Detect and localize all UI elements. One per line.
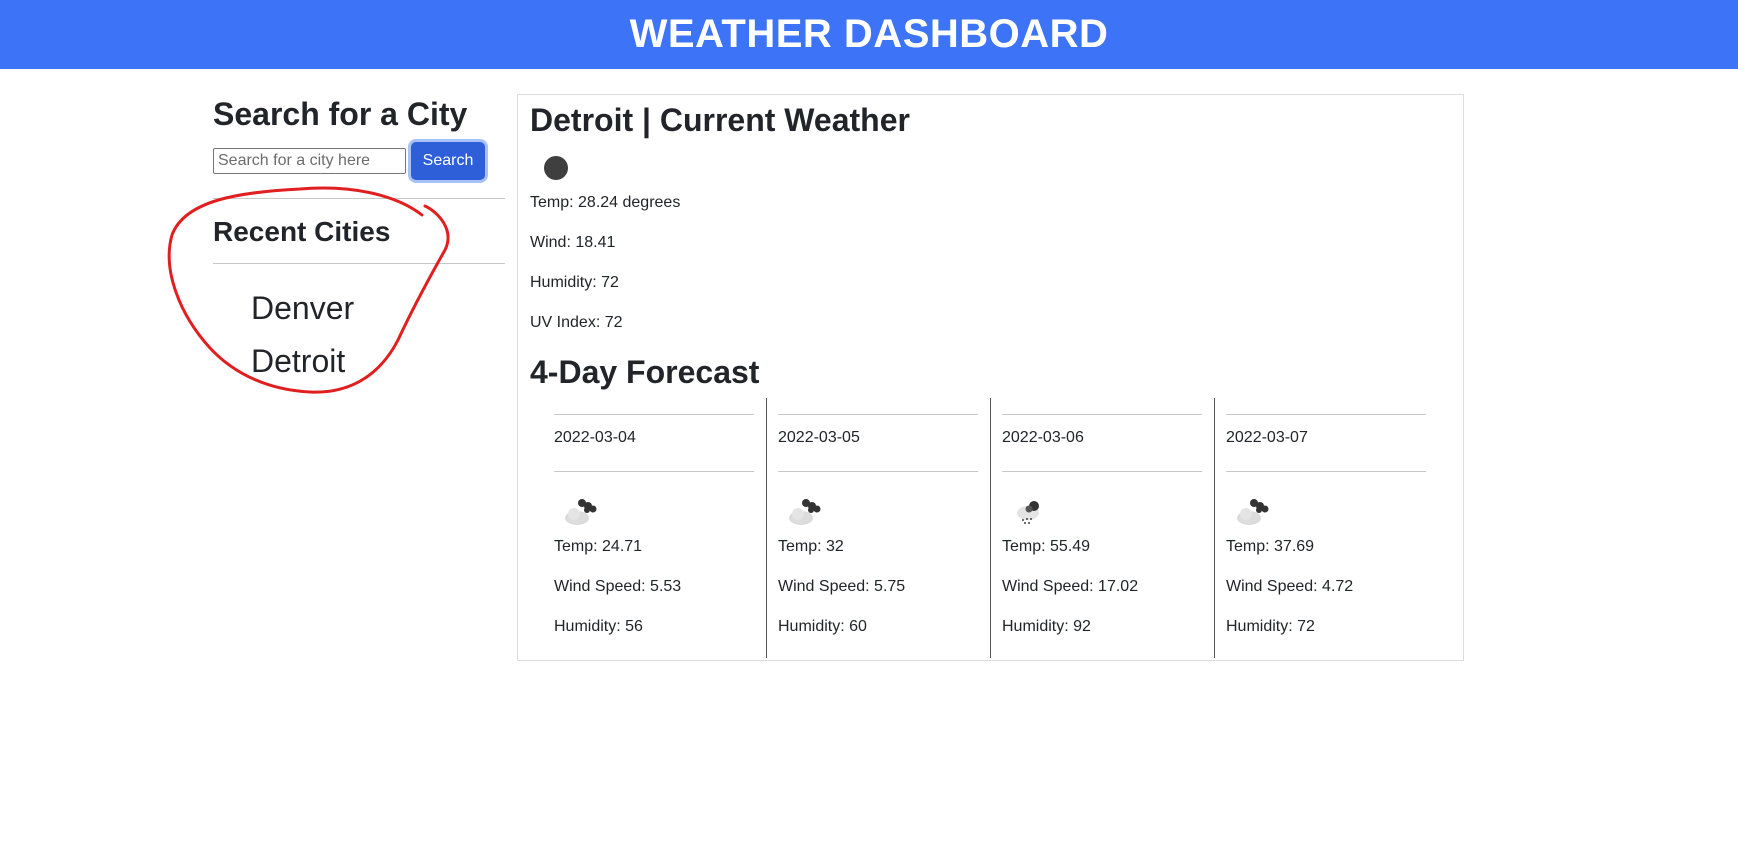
cloudy-icon	[565, 499, 597, 525]
forecast-humidity: Humidity: 56	[554, 618, 643, 635]
card-divider	[778, 414, 978, 415]
card-separator	[990, 398, 991, 658]
forecast-title: 4-Day Forecast	[530, 354, 760, 390]
forecast-row: 2022-03-04 Temp: 24.71 Wind Speed: 5.53 …	[554, 398, 1454, 658]
app-header: WEATHER DASHBOARD	[0, 0, 1738, 69]
weather-panel: Detroit | Current Weather Temp: 28.24 de…	[517, 94, 1464, 661]
current-wind: Wind: 18.41	[530, 234, 616, 251]
forecast-wind: Wind Speed: 4.72	[1226, 578, 1354, 595]
card-divider	[554, 471, 754, 472]
forecast-temp: Temp: 55.49	[1002, 538, 1091, 555]
search-title: Search for a City	[213, 96, 468, 132]
forecast-date: 2022-03-06	[1002, 429, 1084, 446]
current-weather-title: Detroit | Current Weather	[530, 102, 910, 138]
card-divider	[778, 471, 978, 472]
card-separator	[1214, 398, 1215, 658]
card-divider	[1002, 414, 1202, 415]
rain-cloud-icon	[1017, 501, 1039, 524]
card-divider	[1002, 471, 1202, 472]
forecast-card: 2022-03-06 Temp: 55.49 Wind Speed: 17.02…	[1002, 398, 1202, 658]
card-divider	[554, 414, 754, 415]
page-title: WEATHER DASHBOARD	[629, 12, 1109, 56]
forecast-card: 2022-03-05 Temp: 32 Wind Speed: 5.75 Hum…	[778, 398, 978, 658]
current-humidity: Humidity: 72	[530, 274, 619, 291]
recent-cities-title: Recent Cities	[213, 216, 391, 247]
cloudy-icon	[789, 499, 821, 525]
forecast-date: 2022-03-05	[778, 429, 860, 446]
forecast-temp: Temp: 24.71	[554, 538, 643, 555]
card-divider	[1226, 414, 1426, 415]
dark-circle-icon	[544, 156, 568, 180]
forecast-date: 2022-03-07	[1226, 429, 1308, 446]
forecast-date: 2022-03-04	[554, 429, 636, 446]
forecast-humidity: Humidity: 92	[1002, 618, 1091, 635]
forecast-card: 2022-03-07 Temp: 37.69 Wind Speed: 4.72 …	[1226, 398, 1426, 658]
recent-city-detroit[interactable]: Detroit	[251, 335, 505, 388]
search-button[interactable]: Search	[411, 142, 485, 180]
recent-cities-list: Denver Detroit	[213, 264, 505, 388]
forecast-card: 2022-03-04 Temp: 24.71 Wind Speed: 5.53 …	[554, 398, 754, 658]
forecast-temp: Temp: 37.69	[1226, 538, 1315, 555]
forecast-temp: Temp: 32	[778, 538, 844, 555]
forecast-wind: Wind Speed: 5.53	[554, 578, 682, 595]
recent-city-denver[interactable]: Denver	[251, 282, 505, 335]
current-temp: Temp: 28.24 degrees	[530, 194, 681, 211]
cloudy-icon	[1237, 499, 1269, 525]
search-input[interactable]	[213, 148, 406, 174]
search-row: Search	[213, 142, 505, 180]
forecast-wind: Wind Speed: 5.75	[778, 578, 906, 595]
card-separator	[766, 398, 767, 658]
forecast-wind: Wind Speed: 17.02	[1002, 578, 1139, 595]
forecast-humidity: Humidity: 72	[1226, 618, 1315, 635]
card-divider	[1226, 471, 1426, 472]
sidebar: Search for a City Search Recent Cities D…	[213, 94, 505, 388]
forecast-humidity: Humidity: 60	[778, 618, 867, 635]
current-uv-index: UV Index: 72	[530, 314, 623, 331]
